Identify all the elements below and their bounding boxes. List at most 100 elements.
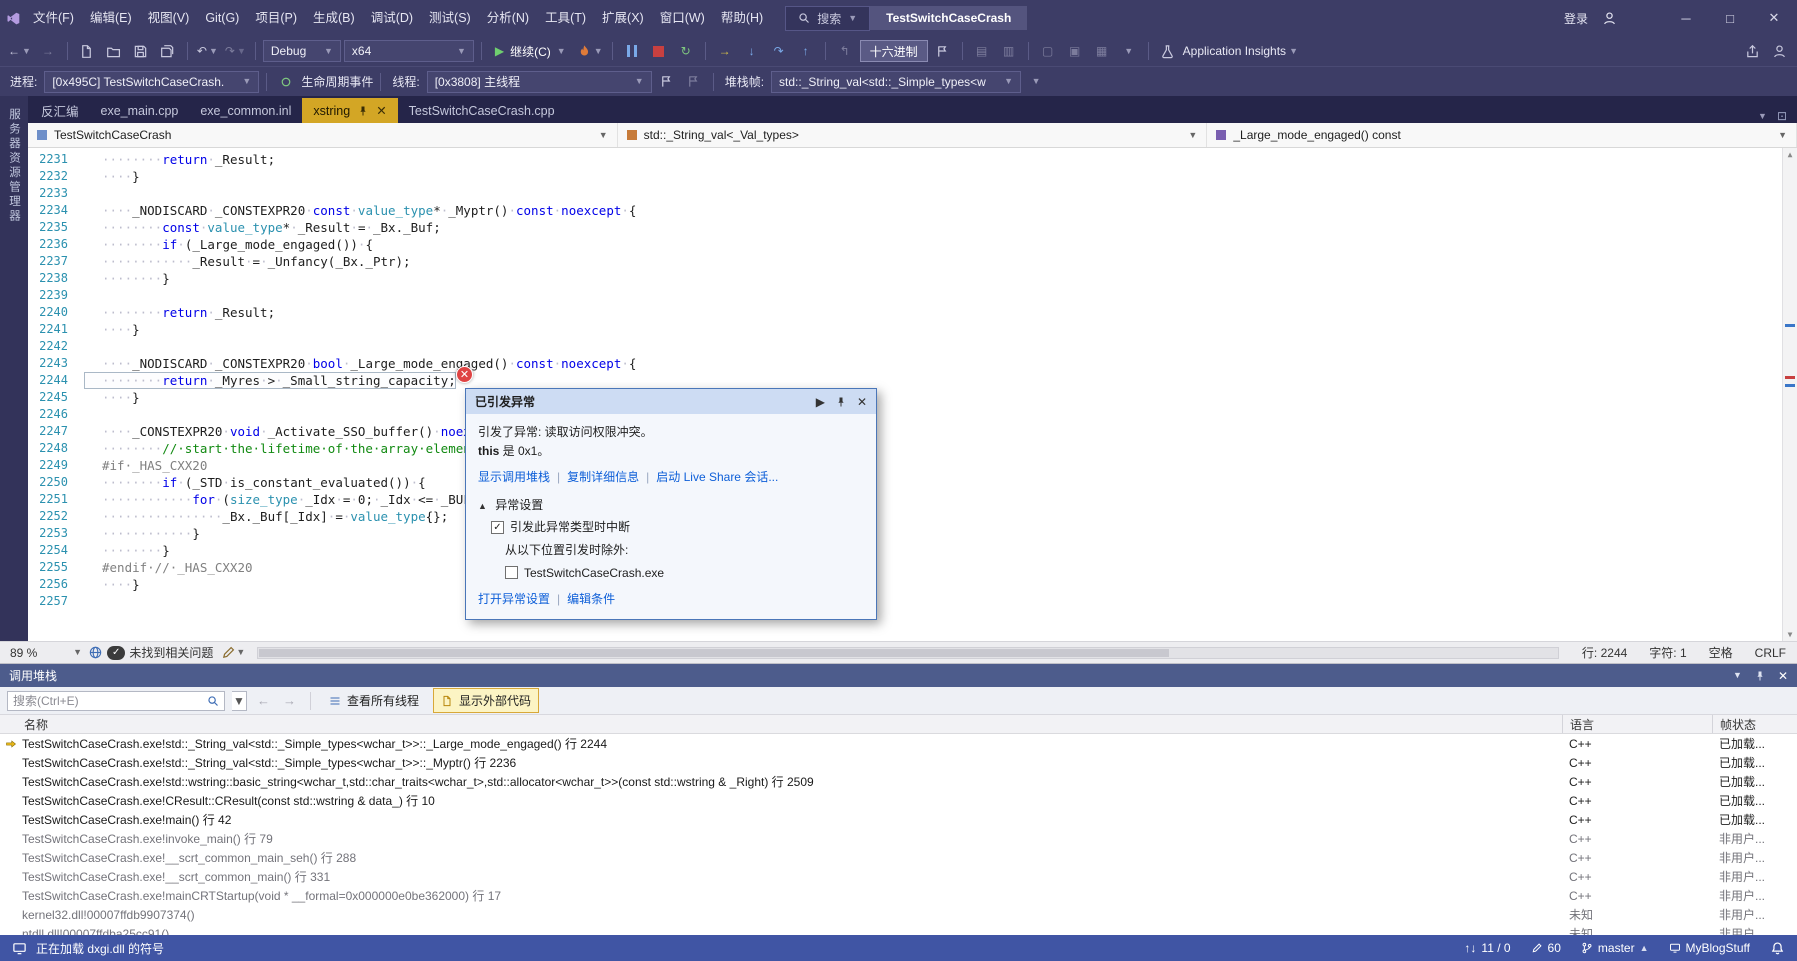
pin-icon[interactable] — [835, 396, 847, 408]
flag-thread-button[interactable] — [655, 70, 679, 94]
undo-button[interactable]: ↶ ▼ — [195, 39, 220, 63]
scroll-up-arrow[interactable]: ▲ — [1783, 150, 1797, 159]
hex-display-toggle[interactable]: 十六进制 — [859, 40, 928, 62]
menu-item[interactable]: 生成(B) — [305, 0, 363, 36]
chevron-down-icon[interactable]: ▼ — [1289, 46, 1298, 56]
chevron-down-icon[interactable]: ▼ — [236, 648, 245, 657]
code-line[interactable]: 2252 ················_Bx._Buf[_Idx]·=·val… — [28, 508, 1782, 525]
save-all-button[interactable] — [156, 39, 180, 63]
break-all-button[interactable] — [620, 39, 644, 63]
scroll-down-arrow[interactable]: ▼ — [1783, 630, 1797, 639]
code-editor[interactable]: 2231 ········return·_Result; 2232 ····} 2233… — [28, 148, 1797, 641]
callstack-row[interactable]: TestSwitchCaseCrash.exe!std::wstring::ba… — [0, 772, 1797, 791]
code-line[interactable]: 2244 ········return·_Myres·>·_Small_strin… — [28, 372, 1782, 389]
breadcrumb-item[interactable]: _Large_mode_engaged() const ▼ — [1207, 123, 1797, 147]
break-checkbox[interactable]: ✓ — [491, 521, 504, 535]
code-line[interactable]: 2245 ····} — [28, 389, 1782, 406]
exception-link[interactable]: 启动 Live Share 会话... — [656, 468, 778, 487]
callstack-row[interactable]: TestSwitchCaseCrash.exe!main() 行 42 C++ 已加… — [0, 810, 1797, 829]
close-icon[interactable]: ✕ — [857, 395, 867, 409]
stack-frame-dropdown[interactable]: std::_String_val<std::_Simple_types<w ▼ — [771, 70, 1022, 93]
menu-item[interactable]: 工具(T) — [537, 0, 594, 36]
menu-item[interactable]: Git(G) — [197, 0, 247, 36]
show-flagged-only-button[interactable] — [682, 70, 706, 94]
pin-icon[interactable] — [357, 105, 369, 117]
column-frame-status[interactable]: 帧状态 — [1712, 715, 1797, 733]
scrollbar-thumb[interactable] — [259, 648, 1170, 657]
call-stack-header[interactable]: 调用堆栈 ▼ ✕ — [0, 664, 1797, 687]
editor-horizontal-scrollbar[interactable] — [257, 646, 1559, 659]
float-window-icon[interactable]: ⊡ — [1777, 109, 1787, 123]
step-into-button[interactable]: ↓ — [740, 39, 764, 63]
navigate-back-icon[interactable]: ← — [254, 693, 273, 708]
hot-reload-button[interactable]: ▼ — [575, 39, 605, 63]
chevron-down-icon[interactable]: ▼ — [209, 46, 218, 56]
code-line[interactable]: 2231 ········return·_Result; — [28, 151, 1782, 168]
search-box[interactable]: 搜索 ▼ — [785, 5, 871, 31]
callstack-row[interactable]: TestSwitchCaseCrash.exe!__scrt_common_ma… — [0, 848, 1797, 867]
callstack-row[interactable]: TestSwitchCaseCrash.exe!CResult::CResult… — [0, 791, 1797, 810]
sign-in-link[interactable]: 登录 — [1564, 10, 1588, 27]
exception-icon[interactable]: ✕ — [456, 366, 473, 383]
notifications-bell-icon[interactable] — [1770, 941, 1785, 956]
breadcrumb-item[interactable]: std::_String_val<_Val_types> ▼ — [618, 123, 1208, 147]
show-external-code-button[interactable]: 显示外部代码 — [433, 688, 540, 713]
code-line[interactable]: 2255 #endif·//·_HAS_CXX20 — [28, 559, 1782, 576]
tab-exe-common-inl[interactable]: exe_common.inl — [189, 98, 302, 123]
menu-item[interactable]: 项目(P) — [247, 0, 305, 36]
tab-list-chevron[interactable]: ▼ — [1758, 111, 1767, 121]
server-explorer-tab[interactable]: 服务器资源管理器 — [0, 96, 28, 641]
code-line[interactable]: 2257 — [28, 593, 1782, 610]
close-button[interactable]: ✕ — [1759, 10, 1789, 26]
code-line[interactable]: 2242 — [28, 338, 1782, 355]
tab-testswitchcasecrash-cpp[interactable]: TestSwitchCaseCrash.cpp — [398, 98, 566, 123]
step-out-button[interactable]: ↑ — [794, 39, 818, 63]
toolbar-options-chevron[interactable]: ▼ — [1032, 77, 1041, 86]
live-share-icon[interactable] — [88, 645, 103, 660]
close-icon[interactable]: ✕ — [1778, 669, 1788, 683]
menu-item[interactable]: 编辑(E) — [82, 0, 140, 36]
exception-link[interactable]: 显示调用堆栈 — [478, 468, 550, 487]
toolbar-options-chevron[interactable]: ▼ — [1124, 46, 1133, 56]
menu-item[interactable]: 扩展(X) — [594, 0, 652, 36]
space-indicator[interactable]: 空格 — [1709, 644, 1733, 661]
platform-dropdown[interactable]: x64 ▼ — [343, 40, 474, 62]
show-next-statement-button[interactable]: → — [713, 39, 737, 63]
menu-item[interactable]: 窗口(W) — [652, 0, 713, 36]
application-insights-dropdown[interactable]: Application Insights — [1183, 44, 1286, 58]
minimize-button[interactable]: ─ — [1671, 11, 1701, 26]
close-icon[interactable]: ✕ — [376, 103, 386, 118]
menu-item[interactable]: 文件(F) — [25, 0, 82, 36]
step-over-button[interactable]: ↷ — [767, 39, 791, 63]
menu-item[interactable]: 视图(V) — [140, 0, 198, 36]
output-window-button[interactable]: ▣ — [1063, 39, 1087, 63]
call-stack-search-input[interactable]: 搜索(Ctrl+E) — [7, 690, 225, 711]
tab-xstring[interactable]: xstring ✕ — [302, 98, 398, 123]
code-line[interactable]: 2237 ············_Result·=·_Unfancy(_Bx._… — [28, 253, 1782, 270]
menu-item[interactable]: 帮助(H) — [713, 0, 771, 36]
stop-debugging-button[interactable] — [647, 39, 671, 63]
publish-target[interactable]: MyBlogStuff — [1669, 941, 1750, 955]
feedback-button[interactable] — [1767, 39, 1791, 63]
undo-last-button[interactable]: ↰ — [833, 39, 857, 63]
process-dropdown[interactable]: [0x495C] TestSwitchCaseCrash. ▼ — [44, 70, 260, 93]
callstack-row[interactable]: kernel32.dll!00007ffdb9907374() 未知 非用户... — [0, 905, 1797, 924]
code-line[interactable]: 2232 ····} — [28, 168, 1782, 185]
tab-exe-main-cpp[interactable]: exe_main.cpp — [90, 98, 190, 123]
callstack-row[interactable]: TestSwitchCaseCrash.exe!std::_String_val… — [0, 734, 1797, 753]
navigate-forward-icon[interactable]: → — [280, 693, 299, 708]
exclude-module-checkbox[interactable] — [505, 566, 518, 580]
code-line[interactable]: 2241 ····} — [28, 321, 1782, 338]
code-line[interactable]: 2246 — [28, 406, 1782, 423]
code-line[interactable]: 2243 ····_NODISCARD·_CONSTEXPR20·bool·_La… — [28, 355, 1782, 372]
chevron-down-icon[interactable]: ▼ — [557, 46, 566, 56]
callstack-row[interactable]: TestSwitchCaseCrash.exe!invoke_main() 行 … — [0, 829, 1797, 848]
code-line[interactable]: 2248 ········//·start·the·lifetime·of·the… — [28, 440, 1782, 457]
column-name[interactable]: 名称 — [0, 716, 1562, 733]
window-position-chevron[interactable]: ▼ — [1733, 671, 1742, 680]
column-language[interactable]: 语言 — [1562, 715, 1712, 733]
redo-button[interactable]: ↷ ▼ — [223, 39, 248, 63]
document-health-indicator[interactable]: ✓ — [107, 645, 126, 660]
lifecycle-events-button[interactable]: 生命周期事件 — [301, 73, 373, 90]
git-branch[interactable]: master ▲ — [1581, 941, 1649, 955]
